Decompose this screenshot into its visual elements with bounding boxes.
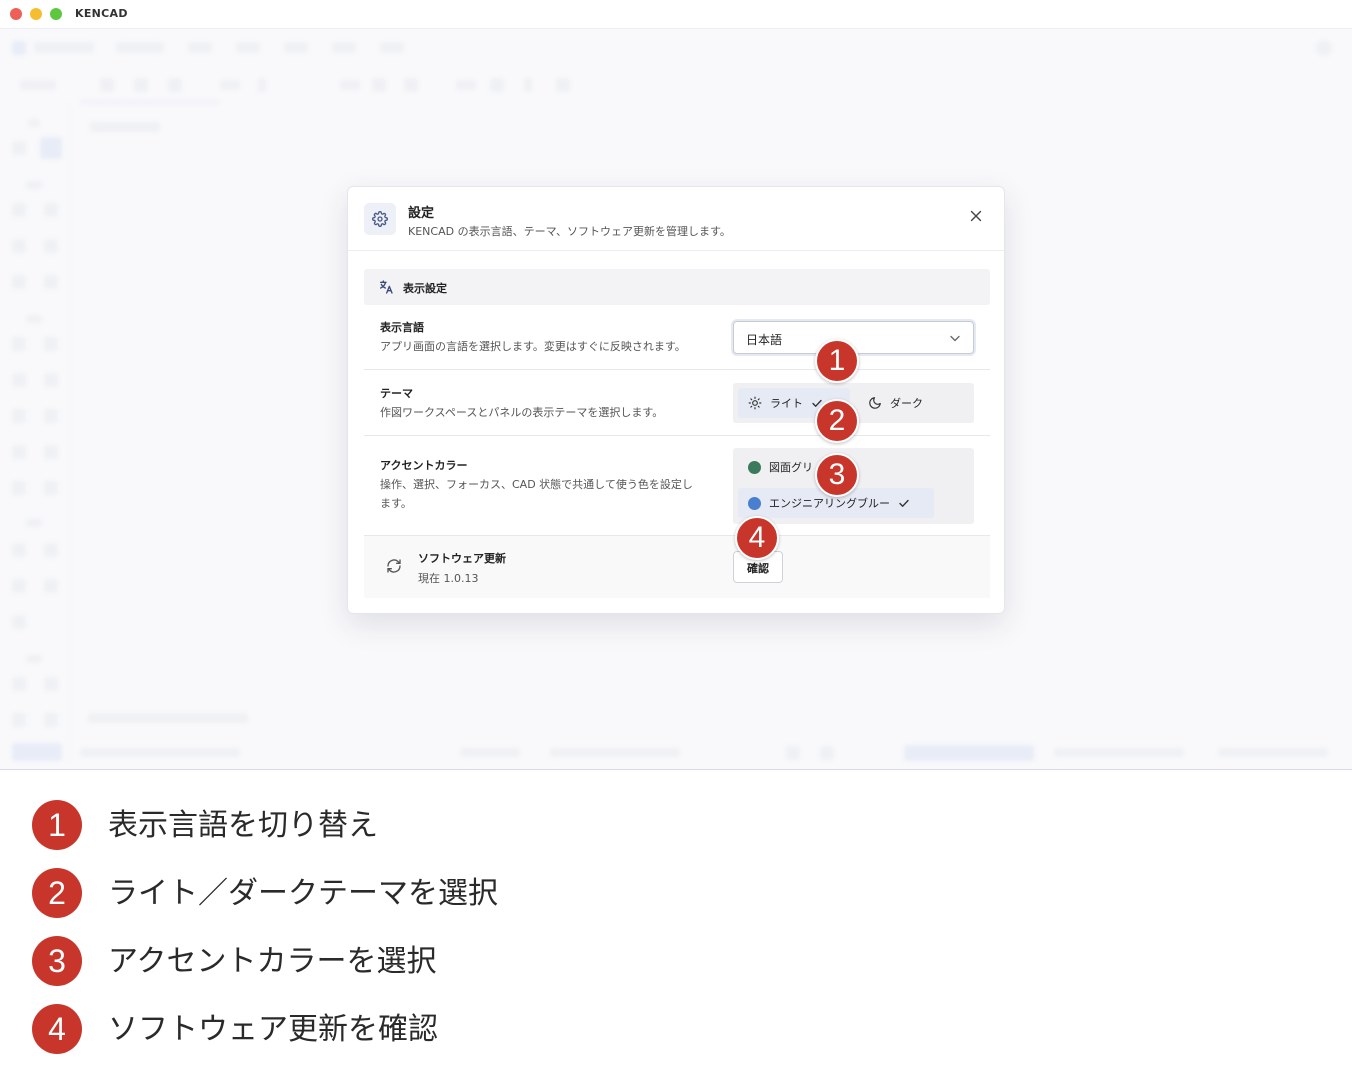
language-label: 表示言語 [380,321,424,334]
legend-number: 3 [32,936,82,986]
current-version: 現在 1.0.13 [418,572,479,585]
callout-marker-2: 2 [815,399,859,443]
minimize-window-icon[interactable] [30,8,42,20]
display-settings-header: 表示設定 [364,269,990,305]
maximize-window-icon[interactable] [50,8,62,20]
theme-option-label: ダーク [890,397,923,410]
theme-description: 作図ワークスペースとパネルの表示テーマを選択します。 [380,406,664,419]
callout-marker-4: 4 [735,516,779,560]
accent-option-label: エンジニアリングブルー [769,497,890,510]
callout-marker-3: 3 [815,453,859,497]
legend-number: 4 [32,1004,82,1054]
refresh-icon [387,559,401,573]
section-title: 表示設定 [403,282,447,295]
moon-icon [868,396,882,410]
theme-option-dark[interactable]: ダーク [858,388,968,418]
callout-marker-1: 1 [815,339,859,383]
update-row: ソフトウェア更新 現在 1.0.13 確認 [364,536,990,598]
chevron-down-icon [950,335,960,342]
legend-text: ライト／ダークテーマを選択 [108,876,498,911]
title-bar: KENCAD [0,0,1352,29]
settings-dialog: 設定 KENCAD の表示言語、テーマ、ソフトウェア更新を管理します。 表示設定… [347,186,1005,614]
color-swatch [748,496,761,510]
theme-option-label: ライト [770,397,803,410]
color-swatch [748,460,761,474]
theme-row: テーマ 作図ワークスペースとパネルの表示テーマを選択します。 ライト ダーク [364,370,990,436]
close-icon [970,210,982,222]
sun-icon [748,396,762,410]
close-button[interactable] [966,206,986,226]
legend-text: アクセントカラーを選択 [108,944,437,979]
accent-label: アクセントカラー [380,459,468,472]
theme-label: テーマ [380,387,413,400]
legend-number: 1 [32,800,82,850]
legend-text: ソフトウェア更新を確認 [108,1012,438,1047]
translate-icon [380,280,393,294]
language-select-value: 日本語 [746,333,783,347]
accent-description-line2: ます。 [380,497,412,510]
dialog-subtitle: KENCAD の表示言語、テーマ、ソフトウェア更新を管理します。 [408,225,731,238]
gear-icon [364,203,396,235]
update-label: ソフトウェア更新 [418,552,506,565]
dialog-header: 設定 KENCAD の表示言語、テーマ、ソフトウェア更新を管理します。 [348,187,1004,251]
window-title: KENCAD [75,7,128,20]
accent-description-line1: 操作、選択、フォーカス、CAD 状態で共通して使う色を設定し [380,478,693,491]
legend-number: 2 [32,868,82,918]
language-row: 表示言語 アプリ画面の言語を選択します。変更はすぐに反映されます。 日本語 [364,305,990,370]
accent-option-label: 図面グリ [769,461,813,474]
app-window: KENCAD 設定 KENCAD の表示言語、テーマ、ソフトウェア更新を管理しま… [0,0,1352,770]
legend-text: 表示言語を切り替え [108,808,378,843]
accent-row: アクセントカラー 操作、選択、フォーカス、CAD 状態で共通して使う色を設定し … [364,436,990,536]
close-window-icon[interactable] [10,8,22,20]
dialog-title: 設定 [408,206,435,221]
checkmark-icon [898,497,910,509]
language-description: アプリ画面の言語を選択します。変更はすぐに反映されます。 [380,340,686,353]
